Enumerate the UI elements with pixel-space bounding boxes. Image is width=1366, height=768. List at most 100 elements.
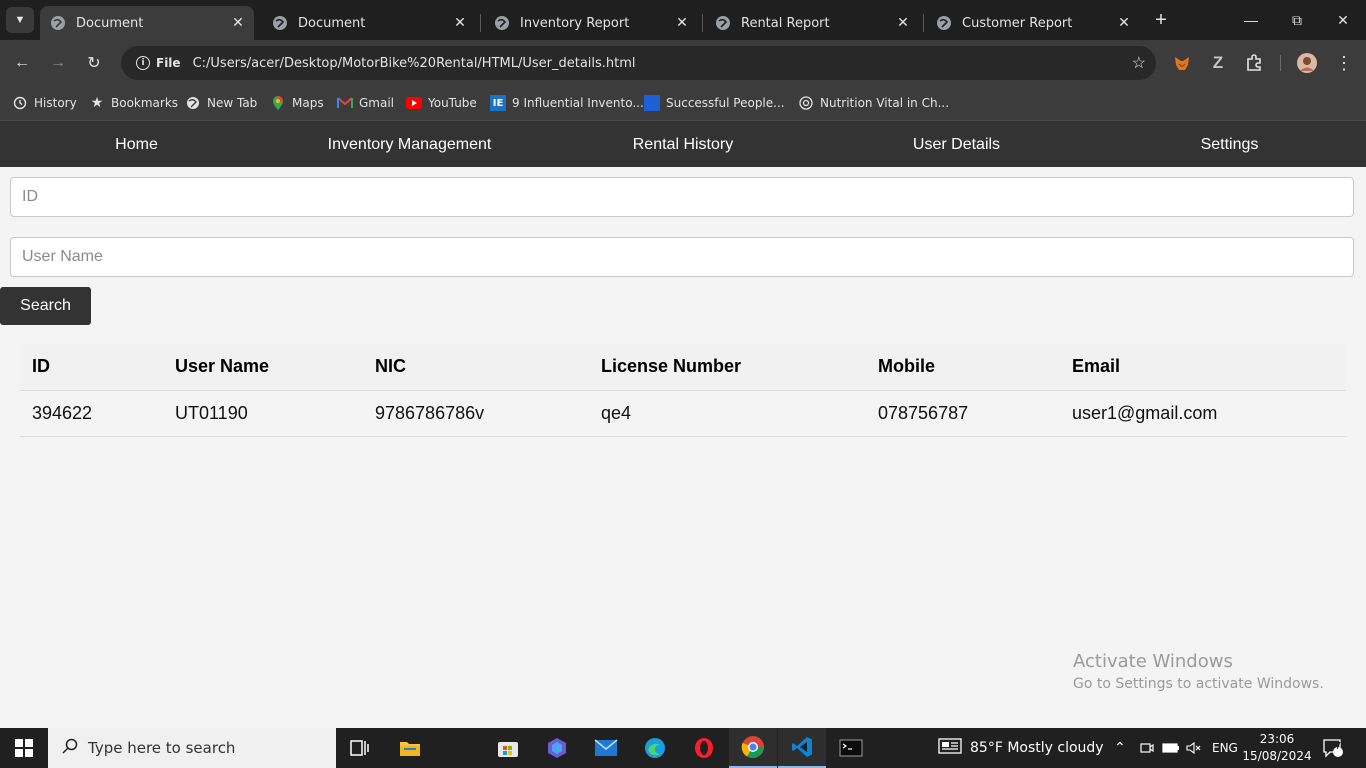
bookmark-new-tab[interactable]: New Tab xyxy=(185,93,257,113)
id-input[interactable] xyxy=(10,177,1354,217)
extensions-puzzle-icon[interactable] xyxy=(1242,51,1266,75)
bookmark-youtube[interactable]: YouTube xyxy=(406,93,477,113)
bookmark-maps[interactable]: Maps xyxy=(270,93,324,113)
windows-start-icon[interactable] xyxy=(0,728,48,768)
browser-tab-strip: ▼ Document ✕ Document ✕ Inventory Report… xyxy=(0,0,1366,40)
browser-tab-2[interactable]: Document ✕ xyxy=(262,6,476,40)
reload-icon[interactable]: ↻ xyxy=(82,51,106,75)
weather-text: 85°F Mostly cloudy xyxy=(970,740,1104,756)
close-icon[interactable]: ✕ xyxy=(672,13,692,33)
back-arrow-icon[interactable]: ← xyxy=(10,51,34,75)
clock[interactable]: 23:06 15/08/2024 xyxy=(1242,728,1311,768)
file-explorer-icon[interactable] xyxy=(386,728,434,768)
bookmark-label: Bookmarks xyxy=(111,96,179,110)
youtube-icon xyxy=(406,95,422,111)
globe-icon xyxy=(715,15,731,31)
clock-date: 15/08/2024 xyxy=(1242,749,1312,763)
new-tab-icon[interactable]: + xyxy=(1150,9,1172,31)
nav-settings[interactable]: Settings xyxy=(1093,121,1366,168)
bookmark-gmail[interactable]: Gmail xyxy=(337,93,394,113)
info-icon: i xyxy=(136,56,150,70)
show-hidden-icons-chevron-icon[interactable]: ⌃ xyxy=(1114,728,1126,768)
header-id: ID xyxy=(20,344,163,391)
close-icon[interactable]: ✕ xyxy=(893,13,913,33)
weather-widget[interactable]: 85°F Mostly cloudy xyxy=(938,728,1104,768)
cell-email: user1@gmail.com xyxy=(1060,390,1346,437)
microsoft-store-icon[interactable] xyxy=(484,728,532,768)
chrome-icon[interactable] xyxy=(729,728,777,768)
cell-id: 394622 xyxy=(20,390,163,437)
vscode-icon[interactable] xyxy=(778,728,826,768)
tab-title: Document xyxy=(298,15,366,31)
volume-muted-icon[interactable] xyxy=(1186,728,1202,768)
meet-now-icon[interactable] xyxy=(1140,728,1154,768)
profile-avatar[interactable] xyxy=(1295,51,1319,75)
opera-icon[interactable] xyxy=(680,728,728,768)
metamask-extension-icon[interactable] xyxy=(1170,51,1194,75)
more-menu-icon[interactable]: ⋮ xyxy=(1332,51,1356,75)
forward-arrow-icon[interactable]: → xyxy=(46,51,70,75)
terminal-icon[interactable] xyxy=(827,728,875,768)
battery-icon[interactable] xyxy=(1162,728,1180,768)
browser-tab-3[interactable]: Inventory Report ✕ xyxy=(484,6,698,40)
toolbar-divider xyxy=(1280,55,1281,71)
weather-icon xyxy=(938,738,962,758)
bookmark-successful-people[interactable]: Successful People... xyxy=(644,93,785,113)
bookmark-nutrition[interactable]: Nutrition Vital in Ch... xyxy=(798,93,949,113)
browser-tab-4[interactable]: Rental Report ✕ xyxy=(705,6,919,40)
address-bar[interactable]: i File C:/Users/acer/Desktop/MotorBike%2… xyxy=(121,46,1156,80)
bookmark-label: New Tab xyxy=(207,96,258,110)
tab-search-button[interactable]: ▼ xyxy=(6,7,34,33)
task-view-icon[interactable] xyxy=(336,728,384,768)
minimize-icon[interactable]: — xyxy=(1228,0,1274,40)
language-indicator[interactable]: ENG xyxy=(1212,728,1238,768)
gmail-icon xyxy=(337,95,353,111)
bookmark-influential[interactable]: IE 9 Influential Invento... xyxy=(490,93,644,113)
globe-icon xyxy=(185,95,201,111)
cell-license-number: qe4 xyxy=(589,390,866,437)
restore-icon[interactable]: ⧉ xyxy=(1274,0,1320,40)
table-header-row: ID User Name NIC License Number Mobile E… xyxy=(20,344,1346,391)
tab-title: Inventory Report xyxy=(520,15,630,31)
site-info-chip[interactable]: i File xyxy=(130,51,187,75)
activate-windows-watermark: Activate Windows Go to Settings to activ… xyxy=(1073,651,1324,692)
search-icon xyxy=(62,738,78,759)
notification-count: 7 xyxy=(1334,741,1342,752)
tab-divider xyxy=(702,14,703,32)
watermark-title: Activate Windows xyxy=(1073,651,1233,672)
close-icon[interactable]: ✕ xyxy=(450,13,470,33)
bookmark-star-icon[interactable]: ☆ xyxy=(1132,53,1146,73)
tab-title: Rental Report xyxy=(741,15,830,31)
site-nav: Home Inventory Management Rental History… xyxy=(0,120,1366,167)
cell-nic: 9786786786v xyxy=(363,390,589,437)
taskbar-search-placeholder: Type here to search xyxy=(88,739,236,757)
taskbar-search-box[interactable]: Type here to search xyxy=(48,728,336,768)
bookmark-label: YouTube xyxy=(428,96,477,110)
nav-rental-history[interactable]: Rental History xyxy=(546,121,820,168)
search-button[interactable]: Search xyxy=(0,287,91,325)
bookmark-history[interactable]: History xyxy=(12,93,77,113)
mail-icon[interactable] xyxy=(582,728,630,768)
globe-icon xyxy=(50,15,66,31)
tab-title: Document xyxy=(76,15,144,31)
edge-icon[interactable] xyxy=(631,728,679,768)
bookmark-label: History xyxy=(34,96,77,110)
window-close-icon[interactable]: ✕ xyxy=(1320,0,1366,40)
close-icon[interactable]: ✕ xyxy=(1114,13,1134,33)
browser-tab-1[interactable]: Document ✕ xyxy=(40,6,254,40)
ie-site-icon: IE xyxy=(490,95,506,111)
windows-taskbar: Type here to search 85°F Mostly cloudy ⌃ xyxy=(0,728,1366,768)
bookmark-bookmarks[interactable]: ★ Bookmarks xyxy=(89,93,178,113)
copilot-icon[interactable] xyxy=(533,728,581,768)
nav-home[interactable]: Home xyxy=(0,121,273,168)
nav-inventory-management[interactable]: Inventory Management xyxy=(273,121,546,168)
browser-tab-5[interactable]: Customer Report ✕ xyxy=(926,6,1140,40)
close-icon[interactable]: ✕ xyxy=(228,13,248,33)
nav-user-details[interactable]: User Details xyxy=(820,121,1093,168)
zotero-extension-icon[interactable]: Z xyxy=(1206,51,1230,75)
address-url[interactable]: C:/Users/acer/Desktop/MotorBike%20Rental… xyxy=(193,56,636,71)
username-input[interactable] xyxy=(10,237,1354,277)
tab-divider xyxy=(480,14,481,32)
notification-center-icon[interactable]: 7 xyxy=(1322,728,1344,768)
bookmark-label: 9 Influential Invento... xyxy=(512,96,644,110)
